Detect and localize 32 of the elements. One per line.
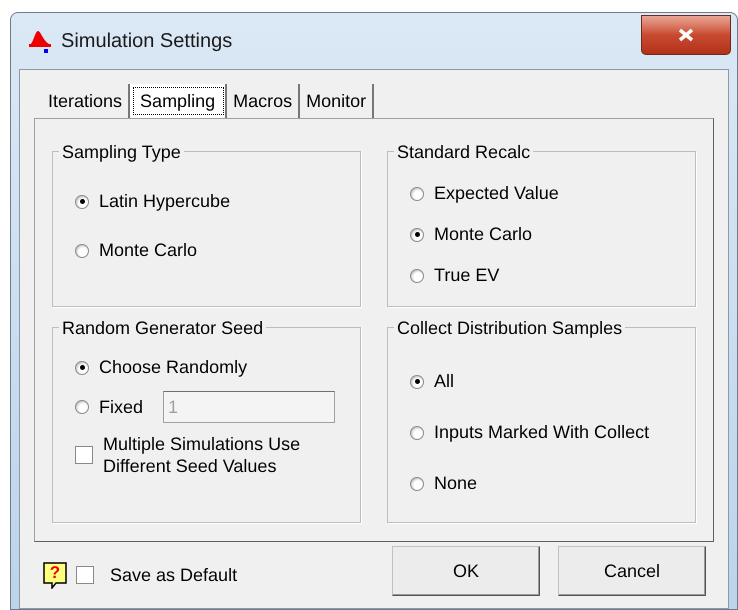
option-label: Monte Carlo: [99, 239, 198, 262]
radio-button[interactable]: [75, 194, 89, 208]
radio-button[interactable]: [410, 374, 424, 388]
radio-button[interactable]: [75, 244, 89, 258]
option-label: Fixed: [99, 396, 144, 418]
tab[interactable]: Sampling: [130, 84, 228, 118]
radio-button[interactable]: [410, 476, 424, 490]
option-label: All: [434, 370, 454, 393]
option-label: Monte Carlo: [434, 223, 532, 246]
checkbox-label: Save as Default: [110, 564, 238, 586]
option-label: Expected Value: [434, 182, 559, 205]
checkbox[interactable]: [76, 566, 94, 584]
option-label: Latin Hypercube: [99, 190, 230, 213]
radio-button[interactable]: [410, 228, 424, 242]
close-icon: [677, 28, 695, 42]
option-label: True EV: [434, 264, 500, 287]
option-label: Multiple Simulations Use Different Seed Values: [103, 433, 302, 477]
radio-button[interactable]: [410, 426, 424, 440]
option-label: Choose Randomly: [99, 356, 248, 379]
option-label: Inputs Marked With Collect: [434, 421, 650, 444]
close-button[interactable]: [641, 15, 731, 55]
option-label: None: [434, 472, 478, 495]
radio-button[interactable]: [75, 400, 89, 414]
dialog-button[interactable]: Cancel: [558, 546, 706, 596]
radio-button[interactable]: [410, 186, 424, 200]
checkbox[interactable]: [75, 446, 93, 464]
dialog-button[interactable]: OK: [392, 546, 540, 596]
radio-button[interactable]: [410, 268, 424, 282]
window-title: Simulation Settings: [61, 29, 232, 54]
help-button[interactable]: ?: [42, 561, 68, 589]
radio-button[interactable]: [75, 360, 89, 374]
app-logo-icon: [27, 28, 53, 54]
